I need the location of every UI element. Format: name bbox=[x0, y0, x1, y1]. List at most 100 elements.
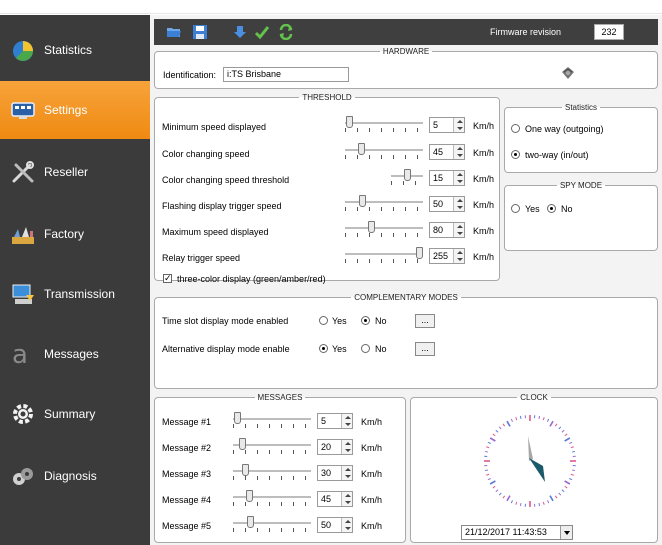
factory-icon bbox=[10, 221, 36, 247]
clock-tick bbox=[558, 426, 562, 430]
alternative-display-options-button[interactable]: ... bbox=[415, 342, 435, 356]
alternative-display-yes-radio[interactable] bbox=[319, 344, 328, 353]
sidebar-item-label: Factory bbox=[44, 227, 85, 241]
message-spinner[interactable]: 20 bbox=[317, 439, 353, 455]
spy-mode-group: SPY MODE Yes No bbox=[504, 181, 658, 251]
download-icon[interactable] bbox=[232, 24, 248, 40]
monitor-settings-icon bbox=[10, 97, 36, 123]
message-spinner[interactable]: 45 bbox=[317, 491, 353, 507]
diagnosis-icon bbox=[10, 463, 36, 489]
spy-mode-yes-label: Yes bbox=[525, 204, 540, 214]
sidebar-item-factory[interactable]: Factory bbox=[0, 205, 150, 263]
clock-tick bbox=[569, 478, 573, 481]
threshold-slider[interactable] bbox=[345, 143, 423, 161]
message-spinner[interactable]: 30 bbox=[317, 465, 353, 481]
clock-tick bbox=[489, 480, 496, 485]
threshold-spinner[interactable]: 5 bbox=[429, 117, 465, 133]
sidebar-item-label: Reseller bbox=[44, 165, 89, 179]
threshold-slider[interactable] bbox=[345, 247, 423, 265]
sidebar-item-reseller[interactable]: Reseller bbox=[0, 143, 150, 201]
identification-label: Identification: bbox=[163, 70, 217, 80]
statistics-title: Statistics bbox=[564, 103, 597, 112]
clock-title: CLOCK bbox=[520, 393, 548, 402]
message-slider[interactable] bbox=[233, 464, 311, 482]
sidebar-item-label: Statistics bbox=[44, 43, 93, 57]
message-slider[interactable] bbox=[233, 516, 311, 534]
unit-label: Km/h bbox=[361, 521, 383, 531]
message-slider[interactable] bbox=[233, 490, 311, 508]
clock-tick bbox=[564, 480, 571, 485]
message-slider[interactable] bbox=[233, 438, 311, 456]
sidebar-item-summary[interactable]: Summary bbox=[0, 385, 150, 443]
sidebar-item-label: Settings bbox=[44, 103, 88, 117]
datetime-picker[interactable]: 21/12/2017 11:43:53 bbox=[461, 525, 573, 540]
sidebar-item-statistics[interactable]: Statistics bbox=[0, 21, 150, 79]
clock-tick bbox=[486, 446, 490, 449]
threshold-slider[interactable] bbox=[345, 116, 423, 134]
threshold-slider[interactable] bbox=[391, 169, 423, 187]
threshold-spinner[interactable]: 255 bbox=[429, 248, 465, 264]
clock-tick bbox=[554, 423, 558, 427]
sidebar-item-transmission[interactable]: Transmission bbox=[0, 265, 150, 323]
unit-label: Km/h bbox=[473, 174, 495, 184]
message-spinner[interactable]: 5 bbox=[317, 413, 353, 429]
messages-icon: a bbox=[10, 340, 36, 370]
threshold-title: THRESHOLD bbox=[302, 93, 352, 102]
clock-tick bbox=[542, 417, 545, 421]
tools-icon bbox=[10, 159, 36, 185]
message-spinner[interactable]: 50 bbox=[317, 517, 353, 533]
clock-tick bbox=[549, 495, 554, 502]
statistics-two-way-radio[interactable] bbox=[511, 150, 520, 159]
clock-tick bbox=[495, 429, 499, 433]
clock-tick bbox=[506, 420, 511, 427]
time-slot-options-button[interactable]: ... bbox=[415, 314, 435, 328]
clock-tick bbox=[571, 469, 576, 472]
threshold-spinner[interactable]: 80 bbox=[429, 222, 465, 238]
threshold-slider[interactable] bbox=[345, 195, 423, 213]
spy-mode-no-label: No bbox=[561, 204, 573, 214]
folder-open-icon[interactable] bbox=[166, 24, 182, 40]
message-row-label: Message #5 bbox=[162, 521, 212, 531]
three-color-checkbox[interactable]: ✓ bbox=[163, 274, 172, 283]
spy-mode-yes-radio[interactable] bbox=[511, 204, 520, 213]
time-slot-no-radio[interactable] bbox=[361, 316, 370, 325]
threshold-row-label: Relay trigger speed bbox=[162, 253, 241, 263]
toolbar: Firmware revision 232 bbox=[154, 19, 658, 45]
sidebar-item-messages[interactable]: a Messages bbox=[0, 325, 150, 383]
threshold-spinner[interactable]: 45 bbox=[429, 144, 465, 160]
clock-tick bbox=[542, 501, 545, 505]
clock-tick bbox=[489, 437, 496, 442]
spy-mode-no-radio[interactable] bbox=[547, 204, 556, 213]
analog-clock-face bbox=[484, 415, 576, 507]
statistics-one-way-label: One way (outgoing) bbox=[525, 124, 604, 134]
clock-tick bbox=[564, 485, 568, 489]
save-icon[interactable] bbox=[192, 24, 208, 40]
clock-tick bbox=[538, 415, 541, 420]
alternative-display-no-radio[interactable] bbox=[361, 344, 370, 353]
threshold-spinner[interactable]: 50 bbox=[429, 196, 465, 212]
clock-tick bbox=[561, 489, 565, 493]
chevron-down-icon[interactable] bbox=[560, 526, 572, 539]
clock-tick bbox=[571, 450, 576, 453]
refresh-icon[interactable] bbox=[278, 23, 294, 41]
statistics-one-way-radio[interactable] bbox=[511, 124, 520, 133]
identification-input[interactable]: i:TS Brisbane bbox=[223, 67, 349, 82]
sidebar-item-diagnosis[interactable]: Diagnosis bbox=[0, 447, 150, 505]
threshold-slider[interactable] bbox=[345, 221, 423, 239]
gear-icon bbox=[10, 401, 36, 427]
sidebar-item-settings[interactable]: Settings bbox=[0, 81, 150, 139]
clock-tick bbox=[498, 426, 502, 430]
threshold-spinner[interactable]: 15 bbox=[429, 170, 465, 186]
statistics-group: Statistics One way (outgoing) two-way (i… bbox=[504, 103, 658, 173]
clock-tick bbox=[519, 415, 522, 420]
main-panel: Firmware revision 232 HARDWARE Identific… bbox=[150, 15, 662, 545]
three-color-label: three-color display (green/amber/red) bbox=[177, 274, 326, 284]
unit-label: Km/h bbox=[473, 121, 495, 131]
check-icon[interactable] bbox=[254, 24, 270, 40]
unit-label: Km/h bbox=[473, 252, 495, 262]
clock-tick bbox=[510, 418, 513, 422]
clock-tick bbox=[569, 441, 573, 444]
clock-tick bbox=[495, 489, 499, 493]
time-slot-yes-radio[interactable] bbox=[319, 316, 328, 325]
message-slider[interactable] bbox=[233, 412, 311, 430]
